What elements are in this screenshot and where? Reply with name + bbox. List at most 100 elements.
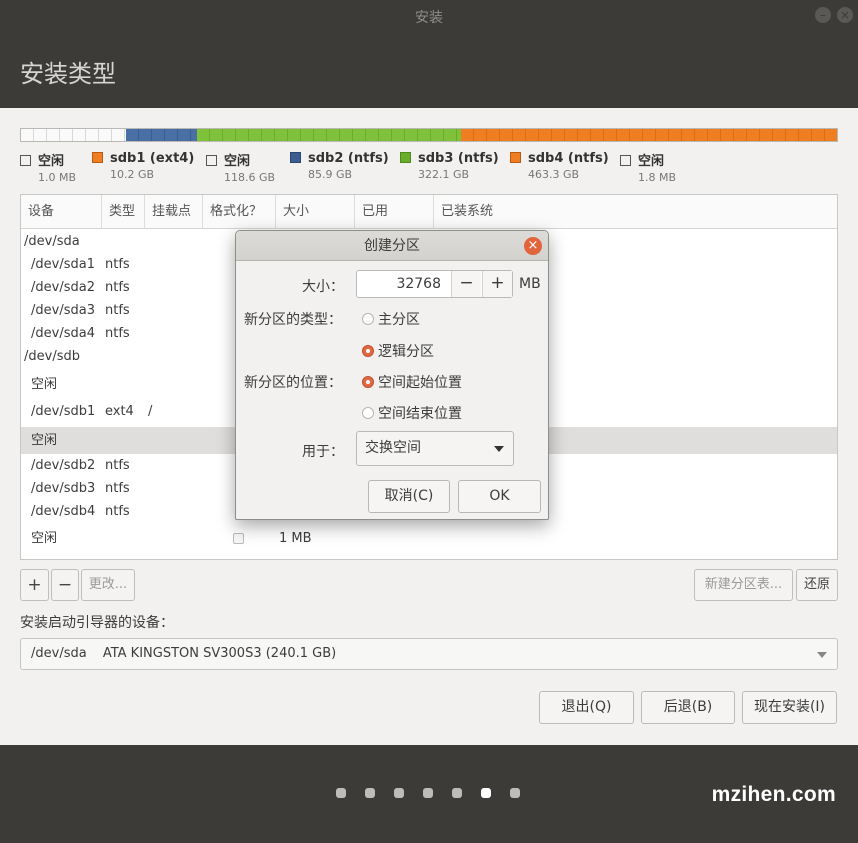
row-device: /dev/sdb3	[31, 481, 96, 496]
radio-logical-label: 逻辑分区	[378, 344, 434, 360]
partition-type-label: 新分区的类型：	[244, 312, 342, 328]
remove-partition-button[interactable]: −	[51, 569, 79, 601]
size-spinner: 32768 − +	[356, 270, 513, 298]
legend-swatch	[290, 152, 301, 163]
row-type: ntfs	[105, 257, 130, 272]
progress-dot	[365, 788, 375, 798]
partition-legend: 空闲 1.0 MB sdb1 (ext4) 10.2 GB 空闲 118.6 G…	[20, 150, 838, 190]
row-device: /dev/sda2	[31, 280, 95, 295]
column-header-used[interactable]: 已用	[355, 195, 434, 229]
legend-size: 463.3 GB	[528, 168, 580, 181]
legend-swatch	[92, 152, 103, 163]
dialog-title: 创建分区	[236, 231, 548, 261]
page-title: 安装类型	[20, 60, 116, 88]
row-mount: /	[148, 404, 153, 419]
dropdown-arrow-icon	[494, 446, 504, 452]
install-now-button[interactable]: 现在安装(I)	[742, 691, 837, 724]
legend-item: 空闲 118.6 GB	[206, 150, 275, 184]
use-as-value: 交换空间	[365, 440, 421, 456]
partition-bar	[20, 128, 838, 142]
dialog-close-button[interactable]: ×	[524, 237, 542, 255]
row-type: ntfs	[105, 458, 130, 473]
close-window-button[interactable]: ×	[837, 7, 853, 23]
change-partition-button[interactable]: 更改...	[81, 569, 135, 601]
bootloader-model: ATA KINGSTON SV300S3 (240.1 GB)	[102, 646, 337, 661]
table-header: 设备 类型 挂载点 格式化？ 大小 已用 已装系统	[21, 195, 837, 229]
legend-name: sdb2 (ntfs)	[308, 151, 389, 166]
legend-name: 空闲	[38, 154, 65, 169]
row-device: /dev/sda4	[31, 326, 95, 341]
legend-item: sdb4 (ntfs) 463.3 GB	[510, 150, 609, 181]
row-device: /dev/sda3	[31, 303, 95, 318]
row-device: 空闲	[31, 433, 58, 448]
row-size: 1 MB	[279, 531, 312, 546]
column-header-device[interactable]: 设备	[21, 195, 102, 229]
format-checkbox[interactable]	[233, 533, 244, 544]
row-type: ntfs	[105, 481, 130, 496]
watermark: mzihen.com	[711, 783, 836, 806]
legend-item: 空闲 1.8 MB	[620, 150, 676, 184]
add-partition-button[interactable]: +	[20, 569, 49, 601]
legend-name: sdb1 (ext4)	[110, 151, 195, 166]
legend-swatch	[510, 152, 521, 163]
legend-name: sdb4 (ntfs)	[528, 151, 609, 166]
use-as-combo[interactable]: 交换空间	[356, 431, 514, 466]
legend-name: 空闲	[638, 154, 665, 169]
column-header-os[interactable]: 已装系统	[434, 195, 837, 229]
dropdown-arrow-icon	[817, 652, 827, 658]
radio-primary-label: 主分区	[378, 312, 420, 328]
size-label: 大小：	[302, 279, 344, 295]
column-header-mount[interactable]: 挂载点	[145, 195, 203, 229]
progress-dot	[394, 788, 404, 798]
column-header-format[interactable]: 格式化？	[203, 195, 276, 229]
ok-button[interactable]: OK	[458, 480, 541, 513]
legend-size: 118.6 GB	[224, 171, 276, 184]
radio-selected-icon	[362, 376, 374, 388]
row-type: ntfs	[105, 303, 130, 318]
radio-icon	[362, 407, 374, 419]
column-header-size[interactable]: 大小	[276, 195, 355, 229]
row-device: /dev/sdb4	[31, 504, 96, 519]
radio-location-end[interactable]: 空间结束位置	[362, 403, 462, 423]
partbar-segment-free	[21, 129, 126, 141]
use-as-label: 用于：	[302, 444, 344, 460]
row-type: ext4	[105, 404, 134, 419]
partbar-segment-sdb2	[126, 129, 197, 141]
progress-dot	[510, 788, 520, 798]
row-device: 空闲	[31, 377, 58, 392]
increase-size-button[interactable]: +	[482, 271, 512, 297]
bootloader-device-select[interactable]: /dev/sda ATA KINGSTON SV300S3 (240.1 GB)	[20, 638, 838, 670]
size-unit: MB	[519, 276, 541, 292]
legend-swatch	[620, 155, 631, 166]
legend-size: 1.8 MB	[638, 171, 677, 184]
legend-item: sdb2 (ntfs) 85.9 GB	[290, 150, 389, 181]
radio-logical[interactable]: 逻辑分区	[362, 341, 434, 361]
minimize-button[interactable]: –	[815, 7, 831, 23]
radio-selected-icon	[362, 345, 374, 357]
progress-dot	[423, 788, 433, 798]
window-title: 安装	[415, 10, 443, 26]
radio-primary[interactable]: 主分区	[362, 309, 420, 329]
size-input[interactable]: 32768	[357, 271, 451, 297]
back-button[interactable]: 后退(B)	[641, 691, 735, 724]
bootloader-device: /dev/sda	[31, 646, 87, 661]
quit-button[interactable]: 退出(Q)	[539, 691, 634, 724]
cancel-button[interactable]: 取消(C)	[368, 480, 450, 513]
legend-size: 10.2 GB	[110, 168, 155, 181]
decrease-size-button[interactable]: −	[451, 271, 481, 297]
legend-item: sdb1 (ext4) 10.2 GB	[92, 150, 194, 181]
footer: mzihen.com	[0, 745, 858, 843]
progress-dot	[452, 788, 462, 798]
radio-location-start[interactable]: 空间起始位置	[362, 372, 462, 392]
partbar-segment-sdb4	[461, 129, 837, 141]
radio-location-start-label: 空间起始位置	[378, 375, 462, 391]
row-type: ntfs	[105, 280, 130, 295]
row-type: ntfs	[105, 326, 130, 341]
column-header-type[interactable]: 类型	[102, 195, 145, 229]
row-device: /dev/sdb2	[31, 458, 96, 473]
new-partition-table-button[interactable]: 新建分区表...	[694, 569, 793, 601]
legend-size: 85.9 GB	[308, 168, 353, 181]
legend-size: 1.0 MB	[38, 171, 77, 184]
table-row[interactable]: 空闲 1 MB	[21, 526, 837, 551]
revert-button[interactable]: 还原	[796, 569, 838, 601]
